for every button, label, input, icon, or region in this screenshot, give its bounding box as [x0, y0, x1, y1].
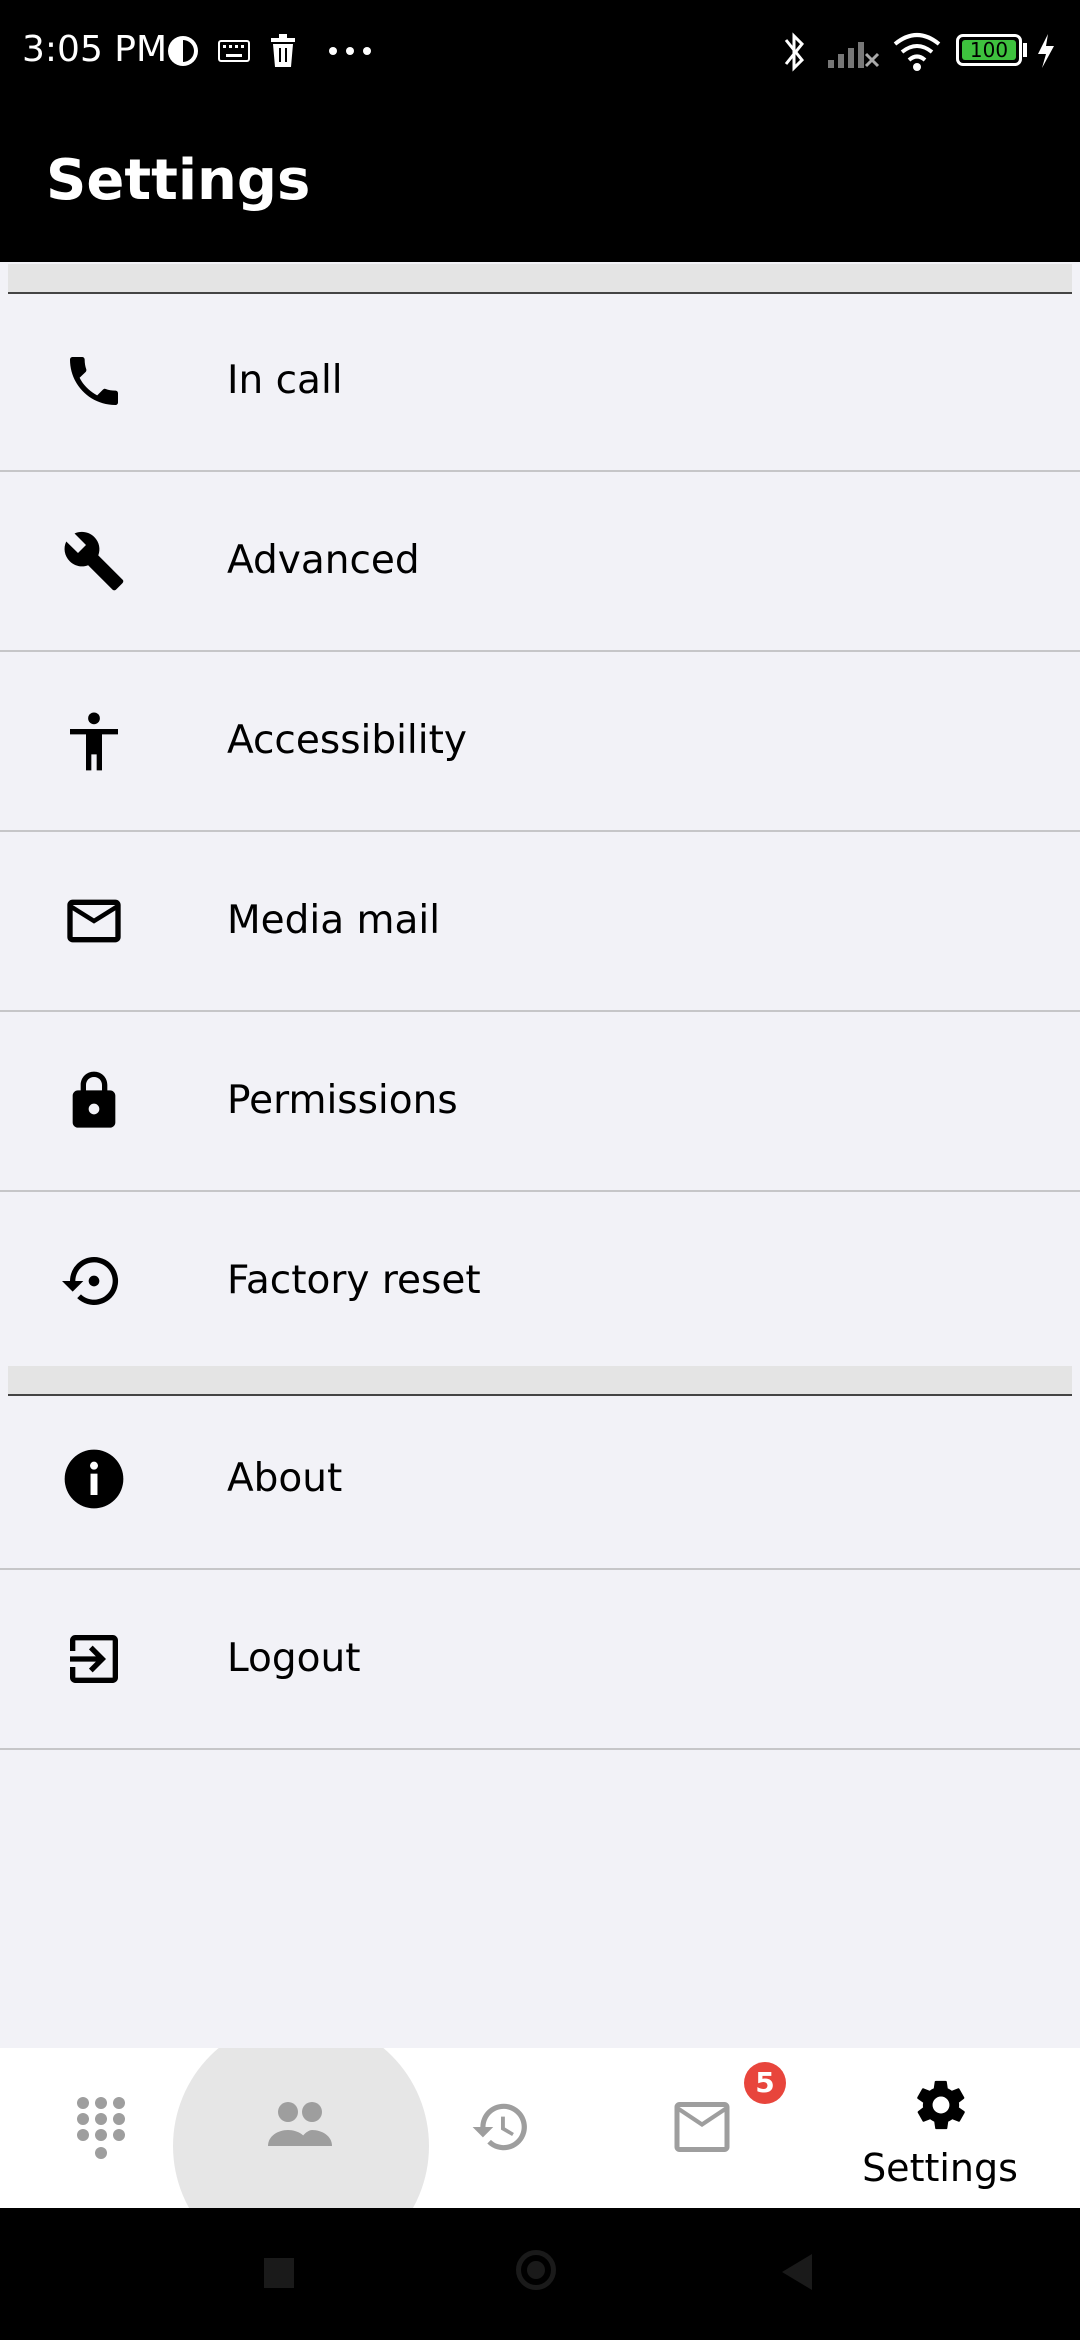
- battery-tip: [1023, 43, 1027, 57]
- trash-icon: [271, 34, 295, 67]
- mail-icon: [674, 2102, 730, 2152]
- more-dots-icon: [329, 47, 371, 55]
- signal-off-icon: [828, 42, 880, 68]
- info-icon: [64, 1449, 124, 1509]
- phone-icon: [70, 357, 118, 405]
- settings-item-label: Advanced: [227, 538, 420, 583]
- settings-item-media-mail[interactable]: Media mail: [0, 832, 1080, 1012]
- section-divider: [8, 264, 1072, 294]
- nav-settings[interactable]: Settings: [840, 2048, 1040, 2208]
- settings-item-about[interactable]: About: [0, 1390, 1080, 1570]
- bluetooth-icon: [784, 32, 805, 72]
- nav-settings-label: Settings: [862, 2146, 1018, 2190]
- battery-icon: 100: [956, 34, 1022, 66]
- nav-dialpad[interactable]: [0, 2048, 200, 2208]
- logout-icon: [70, 1635, 118, 1683]
- settings-item-label: Media mail: [227, 898, 441, 943]
- system-nav-bar: [0, 2208, 1080, 2340]
- status-bar: 3:05 PM 100: [0, 0, 1080, 100]
- settings-item-logout[interactable]: Logout: [0, 1570, 1080, 1750]
- settings-item-accessibility[interactable]: Accessibility: [0, 652, 1080, 832]
- mail-icon: [67, 899, 121, 943]
- accessibility-icon: [70, 712, 118, 771]
- wifi-icon: [893, 33, 941, 71]
- settings-item-label: Permissions: [227, 1078, 458, 1123]
- bottom-nav: 5 Settings: [0, 2048, 1080, 2208]
- settings-item-label: In call: [227, 358, 343, 403]
- wrench-icon: [64, 531, 124, 591]
- unread-badge: 5: [744, 2062, 786, 2104]
- lock-icon: [72, 1071, 116, 1128]
- settings-item-advanced[interactable]: Advanced: [0, 472, 1080, 652]
- settings-item-label: About: [227, 1456, 343, 1501]
- home-button[interactable]: [516, 2250, 556, 2290]
- gear-icon: [917, 2080, 965, 2130]
- reset-icon: [62, 1256, 119, 1305]
- history-icon: [472, 2103, 527, 2151]
- charging-icon: [1038, 34, 1054, 68]
- ring-icon: [168, 36, 198, 66]
- nav-contacts[interactable]: [200, 2048, 400, 2208]
- settings-item-label: Accessibility: [227, 718, 467, 763]
- dialpad-icon: [77, 2097, 125, 2159]
- battery-level: 100: [969, 38, 1009, 62]
- keyboard-icon: [218, 40, 250, 62]
- recents-button[interactable]: [264, 2258, 294, 2288]
- page-title: Settings: [46, 148, 311, 213]
- settings-item-permissions[interactable]: Permissions: [0, 1012, 1080, 1192]
- settings-item-in-call[interactable]: In call: [0, 292, 1080, 472]
- settings-item-label: Logout: [227, 1636, 361, 1681]
- status-time: 3:05 PM: [22, 29, 168, 70]
- settings-group-2: About Logout: [0, 1390, 1080, 1750]
- nav-history[interactable]: [400, 2048, 600, 2208]
- back-button[interactable]: [780, 2252, 814, 2292]
- settings-group-1: In call Advanced Accessibility Media mai…: [0, 292, 1080, 1370]
- settings-item-factory-reset[interactable]: Factory reset: [0, 1192, 1080, 1370]
- settings-item-label: Factory reset: [227, 1258, 481, 1303]
- contacts-icon: [268, 2102, 332, 2146]
- app-bar: Settings: [0, 100, 1080, 262]
